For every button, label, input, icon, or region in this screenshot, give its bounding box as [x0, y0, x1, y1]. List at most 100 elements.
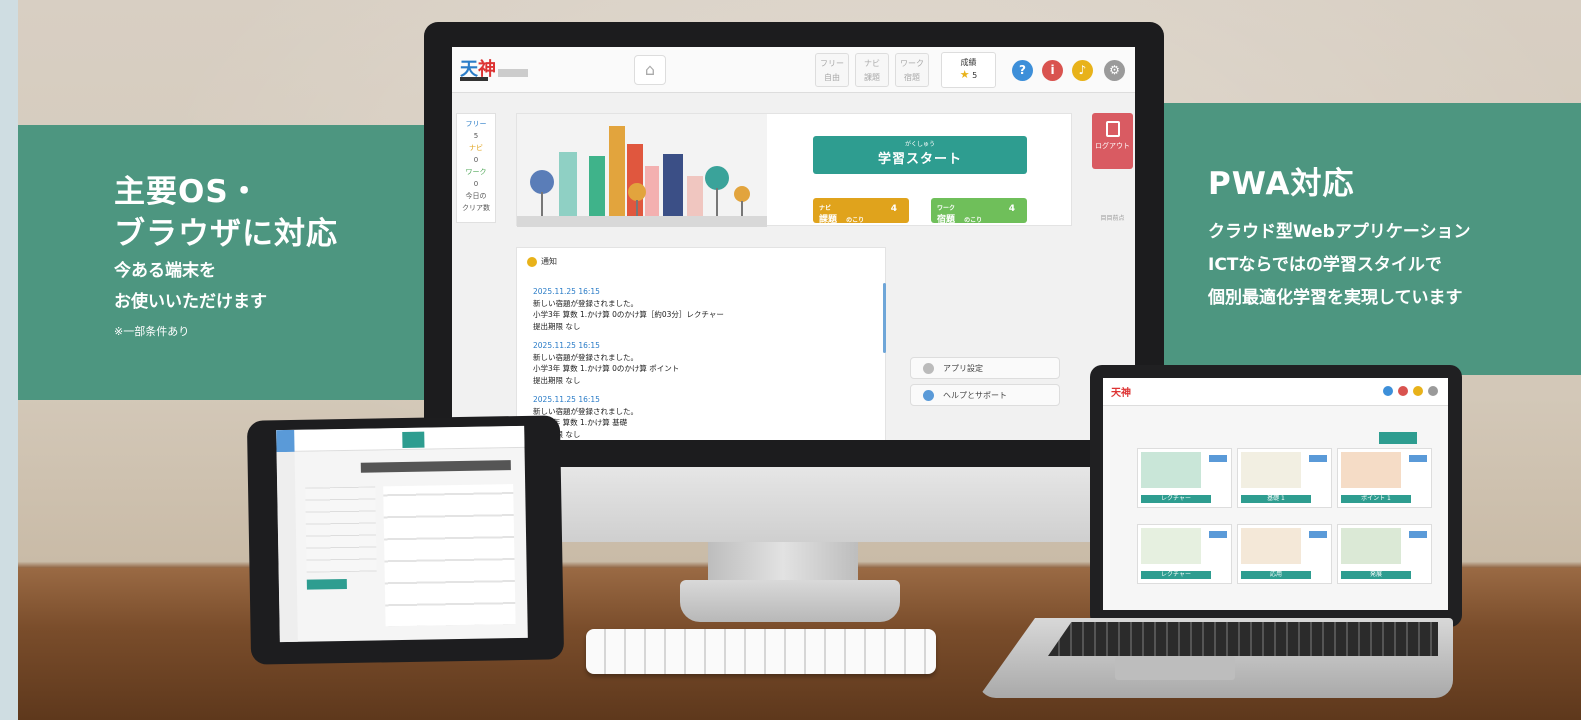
work-task-chip[interactable]: ワーク 宿題 のこり 4: [931, 198, 1027, 225]
learning-start-button[interactable]: がくしゅう 学習スタート: [813, 136, 1027, 174]
stat-navi-label: ナビ: [469, 144, 483, 152]
tablet-sidebar: [276, 451, 298, 643]
laptop-logo: 天神: [1111, 384, 1131, 399]
banner-text-line2: お使いいただけます: [114, 292, 267, 312]
gear-icon[interactable]: ⚙: [1104, 60, 1125, 81]
help-support-button[interactable]: ヘルプとサポート: [910, 384, 1060, 406]
mode-work-button[interactable]: ワーク 宿題: [895, 53, 929, 87]
stat-work-label: ワーク: [465, 168, 487, 176]
notice-title: 通知: [527, 256, 557, 267]
lesson-card: レクチャー: [1137, 448, 1232, 508]
card-label: 応用: [1241, 571, 1311, 579]
clear-count-panel: フリー 5 ナビ 0 ワーク 0 今日の クリア数: [456, 113, 496, 223]
notice-line3: 提出期限 なし: [533, 375, 581, 385]
card-label: 発展: [1341, 571, 1411, 579]
lesson-card: ポイント 1: [1337, 448, 1432, 508]
settings-icon: [923, 363, 934, 374]
tablet-selected-day: [306, 578, 347, 590]
mode-navi-top: ナビ: [864, 59, 880, 68]
notice-title-text: 通知: [541, 257, 557, 266]
laptop-logo-2: 神: [1121, 388, 1131, 399]
city-skyline-svg: [517, 126, 767, 227]
stat-work-value: 0: [473, 180, 479, 188]
stat-free-label: フリー: [465, 120, 487, 128]
info-icon[interactable]: i: [1042, 60, 1063, 81]
lesson-card: 発展: [1337, 524, 1432, 584]
app-screen: 天神 ⌂ フリー 自由 ナビ 課題 ワーク 宿題 成績 ★ 5 ? i ♪ ⚙ …: [452, 47, 1135, 440]
tablet-screen: [276, 425, 528, 643]
app-settings-label: アプリ設定: [943, 364, 983, 373]
laptop-header: [1103, 378, 1448, 406]
notice-line3: 提出期限 なし: [533, 321, 581, 331]
lesson-card: 応用: [1237, 524, 1332, 584]
mode-navi-button[interactable]: ナビ 課題: [855, 53, 889, 87]
pwa-title: PWA対応: [1208, 166, 1355, 202]
notice-scrollbar[interactable]: [883, 283, 886, 353]
os-browser-banner: 主要OS・ ブラウザに対応 今ある端末を お使いいただけます ※一部条件あり: [18, 125, 424, 400]
tablet-header: [276, 425, 525, 453]
home-icon: ⌂: [644, 60, 656, 79]
bell-icon-small: [527, 256, 537, 267]
pwa-text-line2: ICTならではの学習スタイルで: [1208, 255, 1442, 275]
card-label: 基礎 1: [1241, 495, 1311, 503]
notice-line1: 新しい宿題が登録されました。: [533, 298, 638, 308]
mode-free-bottom: 自由: [824, 73, 840, 82]
monitor-stand-foot: [680, 580, 900, 622]
score-label: 成績: [960, 58, 977, 67]
notice-item[interactable]: 2025.11.25 16:15 新しい宿題が登録されました。 小学3年 算数 …: [533, 340, 679, 386]
help-icon-small: [923, 390, 934, 401]
banner-text-line1: 今ある端末を: [114, 261, 216, 281]
mode-free-button[interactable]: フリー 自由: [815, 53, 849, 87]
start-label: 学習スタート: [877, 152, 962, 167]
laptop-gear-icon: [1428, 386, 1438, 396]
tablet-task-list: [383, 484, 516, 627]
navi-chip-count: 4: [890, 204, 897, 214]
laptop-action-button: [1379, 432, 1417, 444]
lesson-card: 基礎 1: [1237, 448, 1332, 508]
city-illustration: [517, 114, 767, 227]
bell-icon[interactable]: ♪: [1072, 60, 1093, 81]
laptop-help-icon: [1383, 386, 1393, 396]
stat-footer-1: 今日の: [465, 192, 487, 200]
tablet-active-tab: [402, 431, 425, 448]
laptop-screen: 天神 レクチャー 基礎 1 ポイント 1 レクチャー 応用 発展: [1103, 378, 1448, 610]
help-icon[interactable]: ?: [1012, 60, 1033, 81]
card-label: ポイント 1: [1341, 495, 1411, 503]
side-note: 目目前点: [1100, 215, 1125, 222]
tablet-calendar: [305, 486, 377, 573]
card-label: レクチャー: [1141, 571, 1211, 579]
laptop-bell-icon: [1413, 386, 1423, 396]
banner-heading-line1: 主要OS・: [114, 174, 261, 210]
notice-line1: 新しい宿題が登録されました。: [533, 352, 638, 362]
app-header: 天神 ⌂ フリー 自由 ナビ 課題 ワーク 宿題 成績 ★ 5 ? i ♪ ⚙: [452, 47, 1135, 93]
star-icon: ★: [959, 68, 970, 81]
hero-panel: がくしゅう 学習スタート ナビ 課題 のこり 4 ワーク 宿題 のこり 4: [516, 113, 1072, 227]
notification-panel: 通知 2025.11.25 16:15 新しい宿題が登録されました。 小学3年 …: [516, 247, 886, 440]
monitor-stand-neck: [708, 542, 858, 582]
stat-footer-2: クリア数: [462, 204, 490, 212]
logout-button[interactable]: ログアウト: [1092, 113, 1133, 169]
work-chip-count: 4: [1008, 204, 1015, 214]
work-chip-name: 宿題: [937, 215, 956, 225]
home-button[interactable]: ⌂: [634, 55, 666, 85]
help-support-label: ヘルプとサポート: [943, 391, 1007, 400]
navi-task-chip[interactable]: ナビ 課題 のこり 4: [813, 198, 909, 225]
left-edge-strip: [0, 0, 18, 720]
notice-line2: 小学3年 算数 1.かけ算 0のかけ算 ポイント: [533, 364, 680, 373]
pwa-text-line1: クラウド型Webアプリケーション: [1208, 222, 1471, 242]
pwa-banner: PWA対応 クラウド型Webアプリケーション ICTならではの学習スタイルで 個…: [1160, 103, 1581, 375]
work-chip-sub: のこり: [964, 217, 983, 224]
pwa-text-line3: 個別最適化学習を実現しています: [1208, 288, 1463, 308]
score-button[interactable]: 成績 ★ 5: [941, 52, 996, 88]
notice-item[interactable]: 2025.11.25 16:15 新しい宿題が登録されました。 小学3年 算数 …: [533, 286, 724, 332]
notice-date: 2025.11.25 16:15: [533, 341, 600, 350]
laptop-trackpad: [1115, 656, 1235, 680]
mode-free-top: フリー: [820, 59, 844, 68]
navi-chip-name: 課題: [819, 215, 838, 225]
laptop-info-icon: [1398, 386, 1408, 396]
app-settings-button[interactable]: アプリ設定: [910, 357, 1060, 379]
keyboard: [586, 629, 936, 674]
tablet-mode-tab: [276, 429, 295, 453]
user-name-placeholder: [498, 69, 528, 77]
mode-navi-bottom: 課題: [864, 73, 880, 82]
